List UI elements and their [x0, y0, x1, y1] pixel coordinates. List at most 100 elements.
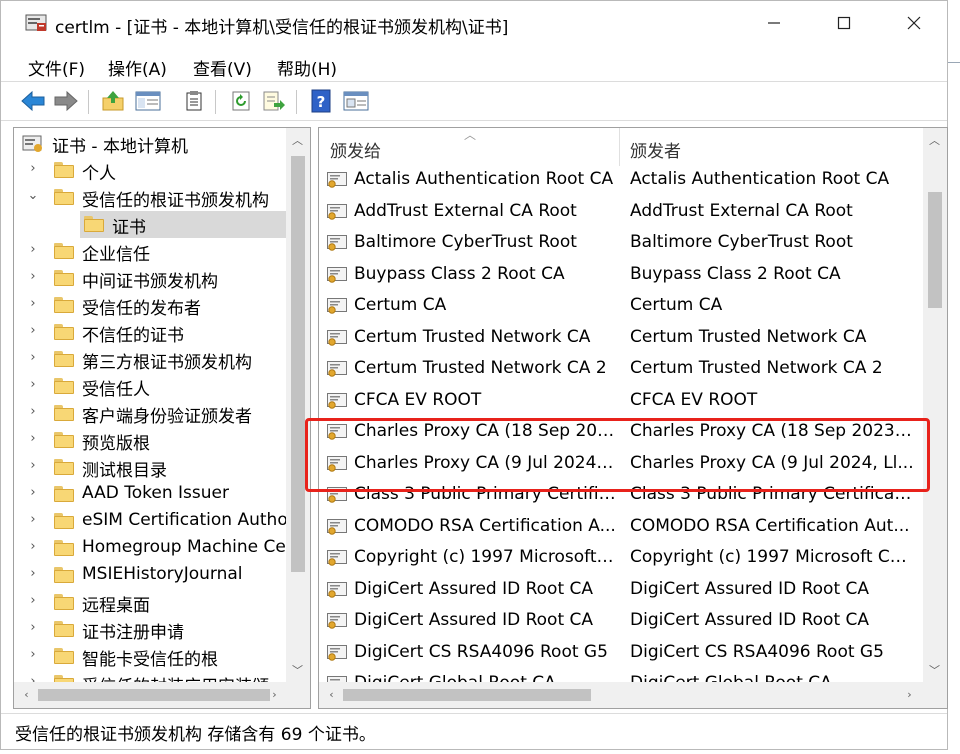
tree-item[interactable]: › MSIEHistoryJournal	[14, 562, 286, 589]
refresh-button[interactable]	[227, 88, 255, 114]
tree-root[interactable]: 证书 - 本地计算机	[14, 130, 286, 157]
expand-arrow-icon[interactable]: ›	[26, 512, 40, 527]
tree-item-content[interactable]: 远程桌面	[50, 589, 270, 616]
table-row[interactable]: Copyright (c) 1997 Microsoft C... Copyrig…	[319, 543, 923, 574]
column-issued-to[interactable]: 颁发给	[330, 137, 381, 162]
tree-item[interactable]: › 客户端身份验证颁发者	[14, 400, 286, 427]
back-button[interactable]	[19, 88, 47, 114]
show-console-tree-button[interactable]	[342, 88, 370, 114]
scroll-left-arrow-icon[interactable]: ‹	[323, 688, 340, 701]
scroll-down-arrow-icon[interactable]: ﹀	[289, 662, 306, 678]
tree-item-content[interactable]: 个人	[50, 157, 270, 184]
close-button[interactable]	[879, 1, 949, 45]
tree-item-content[interactable]: 智能卡受信任的根	[50, 643, 270, 670]
tree-item[interactable]: › 测试根目录	[14, 454, 286, 481]
table-row[interactable]: CFCA EV ROOT CFCA EV ROOT	[319, 386, 923, 417]
expand-arrow-icon[interactable]: ›	[26, 458, 40, 473]
tree-item[interactable]: › 远程桌面	[14, 589, 286, 616]
tree-item-content[interactable]: 不信任的证书	[50, 319, 270, 346]
scroll-right-arrow-icon[interactable]: ›	[266, 688, 283, 701]
table-row[interactable]: COMODO RSA Certification A... COMODO RSA …	[319, 512, 923, 543]
tree-item-content[interactable]: 企业信任	[50, 238, 270, 265]
tree-item[interactable]: › AAD Token Issuer	[14, 481, 286, 508]
tree-hscroll-thumb[interactable]	[38, 689, 270, 701]
up-one-level-button[interactable]	[99, 88, 127, 114]
expand-arrow-icon[interactable]: ›	[26, 161, 40, 176]
properties-button[interactable]	[180, 88, 208, 114]
tree-item[interactable]: › 受信任的发布者	[14, 292, 286, 319]
tree-scroll-thumb[interactable]	[291, 156, 305, 572]
tree-item[interactable]: ⌄ 受信任的根证书颁发机构	[14, 184, 286, 211]
menu-view[interactable]: 查看(V)	[193, 53, 252, 82]
expand-arrow-icon[interactable]: ›	[26, 269, 40, 284]
scroll-up-arrow-icon[interactable]: ︿	[289, 132, 306, 148]
tree-item-content[interactable]: 受信任的发布者	[50, 292, 270, 319]
tree-item-content[interactable]: 中间证书颁发机构	[50, 265, 270, 292]
expand-arrow-icon[interactable]: ›	[26, 647, 40, 662]
expand-arrow-icon[interactable]: ›	[26, 323, 40, 338]
expand-arrow-icon[interactable]: ›	[26, 377, 40, 392]
tree-item[interactable]: 证书	[14, 211, 300, 238]
table-row[interactable]: DigiCert CS RSA4096 Root G5 DigiCert CS R…	[319, 638, 923, 669]
tree-item[interactable]: › Homegroup Machine Cer	[14, 535, 293, 562]
expand-arrow-icon[interactable]: ›	[26, 566, 40, 581]
tree-item-content[interactable]: MSIEHistoryJournal	[50, 562, 270, 589]
expand-arrow-icon[interactable]: ›	[26, 296, 40, 311]
menu-action[interactable]: 操作(A)	[108, 53, 167, 82]
tree-item-content[interactable]: 受信任人	[50, 373, 270, 400]
table-row[interactable]: Class 3 Public Primary Certifica... Class…	[319, 480, 923, 511]
table-row[interactable]: Charles Proxy CA (18 Sep 202... Charles P…	[319, 417, 923, 448]
table-row[interactable]: DigiCert Assured ID Root CA DigiCert Assu…	[319, 606, 923, 637]
table-row[interactable]: AddTrust External CA Root AddTrust Extern…	[319, 197, 923, 228]
expand-arrow-icon[interactable]: ›	[26, 350, 40, 365]
menu-file[interactable]: 文件(F)	[28, 53, 85, 82]
list-vertical-scrollbar[interactable]: ︿ ﹀	[923, 128, 947, 682]
tree-item[interactable]: › 智能卡受信任的根	[14, 643, 286, 670]
minimize-button[interactable]	[739, 1, 809, 45]
export-list-button[interactable]	[260, 88, 288, 114]
table-row[interactable]: DigiCert Assured ID Root CA DigiCert Assu…	[319, 575, 923, 606]
tree-item-content[interactable]: 证书注册申请	[50, 616, 270, 643]
expand-arrow-icon[interactable]: ›	[26, 242, 40, 257]
list-scroll-thumb[interactable]	[928, 192, 942, 308]
table-row[interactable]: Baltimore CyberTrust Root Baltimore Cyber…	[319, 228, 923, 259]
tree-item-content[interactable]: 客户端身份验证颁发者	[50, 400, 270, 427]
tree-item-content[interactable]: 测试根目录	[50, 454, 270, 481]
tree-item-content[interactable]: Homegroup Machine Cer	[50, 535, 293, 562]
tree-item-selected[interactable]: 证书	[80, 211, 300, 238]
column-issued-by[interactable]: 颁发者	[630, 137, 681, 162]
table-row[interactable]: Certum Trusted Network CA Certum Trusted …	[319, 323, 923, 354]
expand-arrow-icon[interactable]: ›	[26, 431, 40, 446]
show-hide-tree-button[interactable]	[134, 88, 162, 114]
expand-arrow-icon[interactable]: ›	[26, 485, 40, 500]
tree-item[interactable]: › 证书注册申请	[14, 616, 286, 643]
scroll-up-arrow-icon[interactable]: ︿	[926, 132, 943, 148]
maximize-button[interactable]	[809, 1, 879, 45]
collapse-arrow-icon[interactable]: ⌄	[26, 188, 40, 203]
expand-arrow-icon[interactable]: ›	[26, 404, 40, 419]
expand-arrow-icon[interactable]: ›	[26, 620, 40, 635]
tree-item-content[interactable]: 预览版根	[50, 427, 270, 454]
tree-item-content[interactable]: eSIM Certification Author	[50, 508, 295, 535]
table-row[interactable]: Actalis Authentication Root CA Actalis Au…	[319, 165, 923, 196]
tree-item[interactable]: › 企业信任	[14, 238, 286, 265]
scroll-left-arrow-icon[interactable]: ‹	[18, 688, 35, 701]
table-row[interactable]: Buypass Class 2 Root CA Buypass Class 2 R…	[319, 260, 923, 291]
list-hscroll-thumb[interactable]	[343, 689, 591, 701]
help-button[interactable]: ?	[307, 88, 335, 114]
table-row[interactable]: Certum Trusted Network CA 2 Certum Truste…	[319, 354, 923, 385]
list-horizontal-scrollbar[interactable]: ‹ ›	[319, 682, 947, 708]
tree-horizontal-scrollbar[interactable]: ‹ ›	[14, 682, 310, 708]
tree-vertical-scrollbar[interactable]: ︿ ﹀	[286, 128, 310, 682]
table-row[interactable]: Certum CA Certum CA	[319, 291, 923, 322]
tree-item[interactable]: › 中间证书颁发机构	[14, 265, 286, 292]
scroll-right-arrow-icon[interactable]: ›	[901, 688, 918, 701]
expand-arrow-icon[interactable]: ›	[26, 539, 40, 554]
tree-item[interactable]: › 不信任的证书	[14, 319, 286, 346]
tree-item[interactable]: › 个人	[14, 157, 286, 184]
tree-item-content[interactable]: 受信任的根证书颁发机构	[50, 184, 270, 211]
forward-button[interactable]	[52, 88, 80, 114]
tree-item[interactable]: › 第三方根证书颁发机构	[14, 346, 286, 373]
tree-item-content[interactable]: AAD Token Issuer	[50, 481, 270, 508]
scroll-down-arrow-icon[interactable]: ﹀	[926, 662, 943, 678]
